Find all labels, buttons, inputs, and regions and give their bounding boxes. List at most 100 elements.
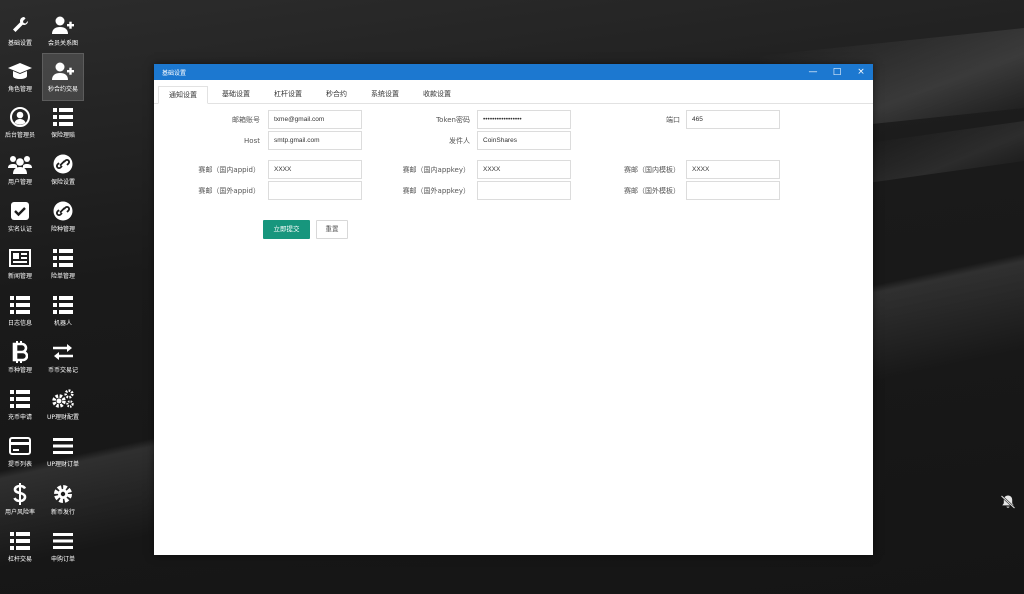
- notification-settings-form: 邮箱账号 txme@gmail.com Token密码 ••••••••••••…: [154, 104, 873, 544]
- desktop-icon-subscription-orders[interactable]: 申购订单: [43, 524, 83, 570]
- desktop-icon-new-coin-issue[interactable]: 新币发行: [43, 477, 83, 523]
- desktop-icon-leverage-trading[interactable]: 杠杆交易: [0, 524, 40, 570]
- dollar-icon: [13, 481, 27, 507]
- gear-icon: [53, 481, 73, 507]
- desktop-icon-label: 杠杆交易: [7, 556, 32, 563]
- desktop-icon-label: 充币申请: [7, 414, 32, 421]
- link-circle-icon: [53, 198, 73, 224]
- desktop-icon-label: 币币交易记: [47, 367, 78, 374]
- token-password-label: Token密码: [436, 116, 470, 124]
- submail-foreign-appkey-label: 赛邮（国外appkey）: [402, 187, 470, 195]
- exchange-icon: [52, 339, 74, 365]
- desktop-icon-insurance-settings[interactable]: 保险设置: [43, 147, 83, 193]
- tab-system-settings[interactable]: 系统设置: [361, 85, 409, 103]
- list-icon: [53, 292, 73, 318]
- port-field[interactable]: 465: [686, 110, 780, 129]
- desktop-icon-user-risk-rate[interactable]: 用户风险率: [0, 477, 40, 523]
- host-label: Host: [244, 137, 260, 145]
- desktop-icon-label: 保险设置: [50, 179, 75, 186]
- desktop-icon-up-finance-orders[interactable]: UP理财订单: [43, 429, 83, 475]
- desktop-icon-policy-management[interactable]: 险单管理: [43, 241, 83, 287]
- desktop-icon-coin-trade-records[interactable]: 币币交易记: [43, 335, 83, 381]
- user-circle-icon: [10, 104, 30, 130]
- sender-field[interactable]: CoinShares: [477, 131, 571, 150]
- submail-domestic-appid-field[interactable]: XXXX: [268, 160, 362, 179]
- desktop-icon-deposit-requests[interactable]: 充币申请: [0, 382, 40, 428]
- tab-leverage-settings[interactable]: 杠杆设置: [264, 85, 312, 103]
- desktop-icon-withdrawal-list[interactable]: 提币列表: [0, 429, 40, 475]
- window-titlebar[interactable]: 基础设置 — □ ×: [154, 64, 873, 80]
- close-button[interactable]: ×: [849, 64, 873, 80]
- tab-second-contract[interactable]: 秒合约: [316, 85, 357, 103]
- desktop-icon-label: 用户管理: [7, 179, 32, 186]
- desktop-icon-label: UP理财配置: [46, 414, 79, 421]
- submit-button[interactable]: 立即提交: [263, 220, 310, 239]
- form-row: 邮箱账号 txme@gmail.com Token密码 ••••••••••••…: [154, 110, 873, 130]
- submail-domestic-appkey-label: 赛邮（国内appkey）: [402, 166, 470, 174]
- submail-domestic-appid-label: 赛邮（国内appid）: [198, 166, 260, 174]
- email-account-field[interactable]: txme@gmail.com: [268, 110, 362, 129]
- submail-domestic-template-field[interactable]: XXXX: [686, 160, 780, 179]
- desktop-icon-label: 币种管理: [7, 367, 32, 374]
- desktop-icon-currency-management[interactable]: 币种管理: [0, 335, 40, 381]
- submail-foreign-appid-field[interactable]: [268, 181, 362, 200]
- desktop-icon-label: 日志信息: [7, 320, 32, 327]
- submail-foreign-appid-label: 赛邮（国外appid）: [198, 187, 260, 195]
- desktop-icon-label: 会员关系图: [47, 40, 78, 47]
- tab-payment-settings[interactable]: 收款设置: [413, 85, 461, 103]
- credit-card-icon: [9, 433, 31, 459]
- desktop-icon-label: UP理财订单: [46, 461, 79, 468]
- desktop-icon-insurance-claims[interactable]: 保险理赔: [43, 100, 83, 146]
- host-field[interactable]: smtp.gmail.com: [268, 131, 362, 150]
- desktop-icon-news-management[interactable]: 新闻管理: [0, 241, 40, 287]
- list-icon: [10, 528, 30, 554]
- port-label: 端口: [666, 116, 680, 124]
- maximize-button[interactable]: □: [825, 64, 849, 80]
- desktop-icon-label: 用户风险率: [4, 509, 35, 516]
- tab-basic-settings[interactable]: 基础设置: [212, 85, 260, 103]
- list-icon: [53, 104, 73, 130]
- sender-label: 发件人: [449, 137, 470, 145]
- desktop-icon-basic-settings[interactable]: 基础设置: [0, 8, 40, 54]
- desktop-icon-label: 新币发行: [50, 509, 75, 516]
- submail-foreign-template-label: 赛邮（国外模板）: [624, 187, 680, 195]
- form-row: 赛邮（国外appid） 赛邮（国外appkey） 赛邮（国外模板）: [154, 181, 873, 201]
- check-square-icon: [10, 198, 30, 224]
- submail-domestic-template-label: 赛邮（国内模板）: [624, 166, 680, 174]
- bell-off-icon[interactable]: [1000, 494, 1016, 514]
- desktop-icon-insurance-type[interactable]: 险种管理: [43, 194, 83, 240]
- desktop-icon-label: 保险理赔: [50, 132, 75, 139]
- desktop-icon-label: 险单管理: [50, 273, 75, 280]
- menu-icon: [53, 528, 73, 554]
- reset-button[interactable]: 重置: [316, 220, 348, 239]
- desktop-icon-user-management[interactable]: 用户管理: [0, 147, 40, 193]
- desktop-icon-real-name-auth[interactable]: 实名认证: [0, 194, 40, 240]
- graduation-cap-icon: [8, 58, 32, 84]
- desktop-icon-role-management[interactable]: 角色管理: [0, 54, 40, 100]
- desktop-icon-label: 基础设置: [7, 40, 32, 47]
- desktop-icon-member-relations[interactable]: 会员关系图: [43, 8, 83, 54]
- window-controls: — □ ×: [801, 64, 873, 80]
- submail-foreign-template-field[interactable]: [686, 181, 780, 200]
- desktop-icon-label: 申购订单: [50, 556, 75, 563]
- tab-notification-settings[interactable]: 通知设置: [158, 86, 208, 104]
- submail-domestic-appkey-field[interactable]: XXXX: [477, 160, 571, 179]
- desktop-icon-robot[interactable]: 机器人: [43, 288, 83, 334]
- desktop-icon-label: 后台管理员: [4, 132, 35, 139]
- minimize-button[interactable]: —: [801, 64, 825, 80]
- desktop-icon-label: 角色管理: [7, 86, 32, 93]
- form-row: 赛邮（国内appid） XXXX 赛邮（国内appkey） XXXX 赛邮（国内…: [154, 160, 873, 180]
- desktop-icon-second-contract[interactable]: 秒合约交易: [42, 53, 84, 101]
- users-icon: [8, 151, 32, 177]
- list-icon: [10, 386, 30, 412]
- desktop-icon-admins[interactable]: 后台管理员: [0, 100, 40, 146]
- submail-foreign-appkey-field[interactable]: [477, 181, 571, 200]
- wrench-icon: [10, 12, 30, 38]
- wallpaper-streak: [860, 115, 1024, 185]
- link-circle-icon: [53, 151, 73, 177]
- user-add-icon: [52, 12, 74, 38]
- token-password-field[interactable]: •••••••••••••••••: [477, 110, 571, 129]
- form-row: Host smtp.gmail.com 发件人 CoinShares: [154, 131, 873, 151]
- desktop-icon-log-info[interactable]: 日志信息: [0, 288, 40, 334]
- desktop-icon-up-finance-config[interactable]: UP理财配置: [43, 382, 83, 428]
